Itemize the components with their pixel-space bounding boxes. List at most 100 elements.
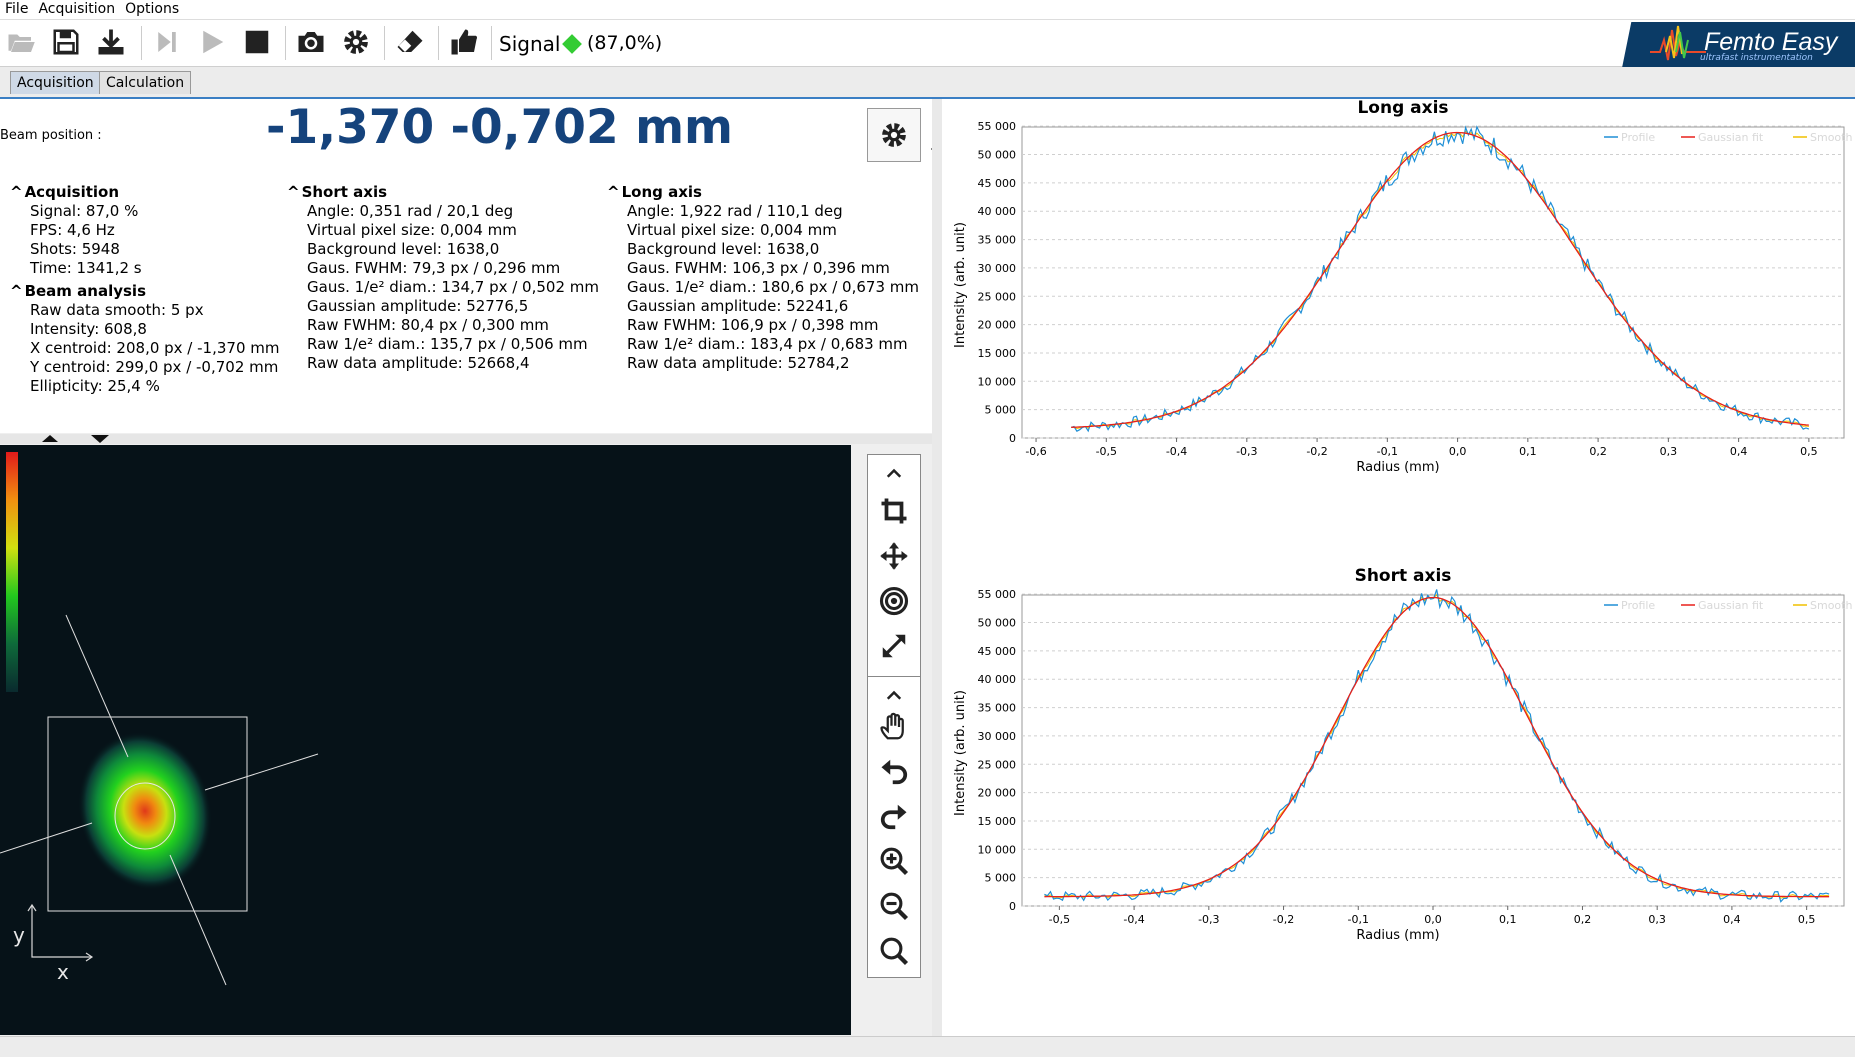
- x-tick-label: 0,3: [1660, 445, 1678, 458]
- settings-button[interactable]: [867, 108, 921, 162]
- menu-options[interactable]: Options: [120, 0, 184, 18]
- beam-image-view[interactable]: y x: [0, 445, 851, 1035]
- y-axis-label: y: [13, 923, 25, 947]
- short-axis-row: Raw 1/e² diam.: 135,7 px / 0,506 mm: [307, 335, 588, 353]
- hand-icon[interactable]: [878, 711, 910, 743]
- beam-analysis-row: X centroid: 208,0 px / -1,370 mm: [30, 339, 280, 357]
- short-axis-row: Virtual pixel size: 0,004 mm: [307, 221, 517, 239]
- y-tick-label: 15 000: [978, 815, 1017, 828]
- acquisition-header[interactable]: Acquisition: [10, 183, 279, 202]
- short-axis-row: Angle: 0,351 rad / 20,1 deg: [307, 202, 514, 220]
- zoom-reset-icon[interactable]: [878, 935, 910, 967]
- zoom-tools-panel: [867, 676, 921, 978]
- y-tick-label: 35 000: [978, 234, 1017, 247]
- y-axis-label: Intensity (arb. unit): [953, 222, 968, 348]
- short-axis-row: Gaus. FWHM: 79,3 px / 0,296 mm: [307, 259, 561, 277]
- y-tick-label: 50 000: [978, 617, 1017, 630]
- menu-file[interactable]: File: [0, 0, 33, 18]
- status-bar: [0, 1036, 1855, 1057]
- plot-area: [1021, 594, 1845, 907]
- beam-position-value: -1,370 -0,702 mm: [266, 100, 734, 155]
- x-tick-label: -0,3: [1198, 913, 1219, 926]
- legend-label: Profile: [1621, 131, 1655, 144]
- x-tick-label: -0,5: [1096, 445, 1117, 458]
- x-tick-label: 0,1: [1519, 445, 1537, 458]
- long-axis-row: Raw 1/e² diam.: 183,4 px / 0,683 mm: [627, 335, 908, 353]
- short-axis-header[interactable]: Short axis: [287, 183, 599, 202]
- beam-analysis-header[interactable]: Beam analysis: [10, 282, 279, 301]
- zoom-in-icon[interactable]: [878, 845, 910, 877]
- y-tick-label: 10 000: [978, 843, 1017, 856]
- long-axis-chart[interactable]: Long axis 0 5 000 10 000 15 000 20 000 25 000 3…: [942, 99, 1855, 567]
- menu-acquisition[interactable]: Acquisition: [33, 0, 120, 18]
- short-axis-row: Background level: 1638,0: [307, 240, 500, 258]
- stop-icon[interactable]: [241, 26, 273, 58]
- x-tick-label: -0,2: [1306, 445, 1327, 458]
- long-axis-row: Virtual pixel size: 0,004 mm: [627, 221, 837, 239]
- long-axis-header[interactable]: Long axis: [607, 183, 919, 202]
- y-tick-label: 40 000: [978, 673, 1017, 686]
- short-axis-row: Gaus. 1/e² diam.: 134,7 px / 0,502 mm: [307, 278, 599, 296]
- x-tick-label: 0,0: [1424, 913, 1442, 926]
- legend-label: Smooth: [1810, 599, 1852, 612]
- x-tick-label: 0,4: [1723, 913, 1741, 926]
- logo-subtitle: ultrafast instrumentation: [1700, 53, 1813, 63]
- tab-calculation[interactable]: Calculation: [99, 71, 192, 94]
- collapse-up-icon[interactable]: [878, 679, 910, 711]
- short-axis-chart[interactable]: Short axis 0 5 000 10 000 15 000 20 000 25 000…: [942, 567, 1855, 1035]
- view-tools-panel: [867, 454, 921, 678]
- y-tick-label: 50 000: [978, 149, 1017, 162]
- crop-icon[interactable]: [878, 495, 910, 527]
- tab-bar: Acquisition Calculation: [0, 67, 1855, 99]
- x-tick-label: -0,3: [1236, 445, 1257, 458]
- folder-open-icon[interactable]: [5, 26, 37, 58]
- step-forward-icon[interactable]: [151, 26, 183, 58]
- chart-title: Long axis: [1357, 99, 1448, 118]
- signal-value: (87,0%): [587, 32, 663, 54]
- y-tick-label: 0: [1009, 900, 1016, 913]
- beam-position-label: Beam position :: [0, 128, 102, 143]
- long-axis-row: Raw data amplitude: 52784,2: [627, 354, 850, 372]
- undo-icon[interactable]: [878, 755, 910, 787]
- thumbs-up-icon[interactable]: [448, 26, 480, 58]
- y-tick-label: 45 000: [978, 645, 1017, 658]
- x-tick-label: -0,5: [1049, 913, 1070, 926]
- collapse-up-arrow-icon[interactable]: [42, 435, 58, 442]
- y-tick-label: 55 000: [978, 120, 1017, 133]
- beam-analysis-row: Y centroid: 299,0 px / -0,702 mm: [30, 358, 279, 376]
- horizontal-splitter[interactable]: [0, 434, 932, 444]
- eraser-icon[interactable]: [394, 26, 426, 58]
- collapse-up-icon[interactable]: [878, 457, 910, 489]
- vertical-splitter[interactable]: [932, 99, 942, 1036]
- download-icon[interactable]: [95, 26, 127, 58]
- legend-label: Smooth: [1810, 131, 1852, 144]
- target-icon[interactable]: [878, 585, 910, 617]
- expand-down-arrow-icon[interactable]: [91, 435, 109, 443]
- y-tick-label: 15 000: [978, 347, 1017, 360]
- gear-icon[interactable]: [340, 26, 372, 58]
- save-icon[interactable]: [50, 26, 82, 58]
- profile-charts-panel: Long axis 0 5 000 10 000 15 000 20 000 25 000 3…: [942, 99, 1855, 1036]
- beam-analysis-row: Raw data smooth: 5 px: [30, 301, 204, 319]
- x-tick-label: -0,4: [1123, 913, 1144, 926]
- beam-spot: [77, 731, 213, 891]
- x-tick-label: 0,3: [1648, 913, 1666, 926]
- long-axis-row: Gaussian amplitude: 52241,6: [627, 297, 849, 315]
- x-tick-label: 0,0: [1449, 445, 1467, 458]
- zoom-out-icon[interactable]: [878, 890, 910, 922]
- redo-icon[interactable]: [878, 800, 910, 832]
- y-tick-label: 20 000: [978, 787, 1017, 800]
- menu-bar: File Acquisition Options: [0, 0, 1855, 20]
- y-tick-label: 5 000: [985, 872, 1017, 885]
- expand-icon[interactable]: [878, 630, 910, 662]
- tab-acquisition[interactable]: Acquisition: [10, 71, 101, 94]
- signal-indicator-icon: [562, 34, 582, 54]
- short-axis-row: Gaussian amplitude: 52776,5: [307, 297, 529, 315]
- camera-icon[interactable]: [295, 26, 327, 58]
- y-tick-label: 45 000: [978, 177, 1017, 190]
- legend-label: Gaussian fit: [1698, 131, 1764, 144]
- move-icon[interactable]: [878, 540, 910, 572]
- play-icon[interactable]: [196, 26, 228, 58]
- y-tick-label: 25 000: [978, 758, 1017, 771]
- x-tick-label: 0,2: [1574, 913, 1592, 926]
